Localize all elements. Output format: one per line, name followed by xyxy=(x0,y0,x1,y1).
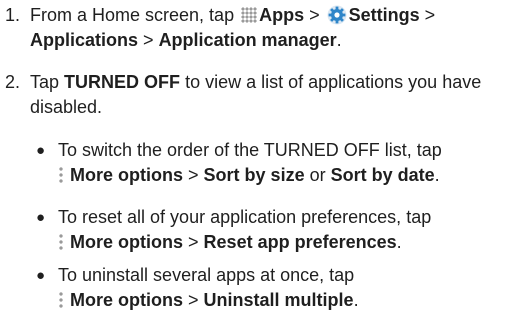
period: . xyxy=(353,290,359,310)
more-options-icon xyxy=(58,166,64,184)
period: . xyxy=(434,165,440,185)
apps-grid-icon xyxy=(241,7,258,23)
turned-off-label: TURNED OFF xyxy=(64,72,181,92)
more-options-label: More options xyxy=(70,232,183,252)
step-1-intro: From a Home screen, tap xyxy=(30,5,235,25)
bullet-sort: ● To switch the order of the TURNED OFF … xyxy=(36,138,506,188)
bullet-text: To uninstall several apps at once, tap M… xyxy=(58,263,506,313)
period: . xyxy=(396,232,402,252)
period: . xyxy=(336,30,342,50)
sort-by-date-label: Sort by date xyxy=(330,165,435,185)
step-2: 2. Tap TURNED OFF to view a list of appl… xyxy=(5,70,505,120)
bullet-dot: ● xyxy=(36,209,46,226)
separator: > xyxy=(188,290,199,310)
step-number: 1. xyxy=(5,5,21,25)
separator: > xyxy=(424,5,436,25)
separator: > xyxy=(188,232,199,252)
more-options-icon xyxy=(58,233,64,251)
settings-gear-icon xyxy=(327,5,347,25)
step-number: 2. xyxy=(5,72,21,92)
more-options-icon xyxy=(58,291,64,309)
apps-label: Apps xyxy=(259,5,305,25)
bullet-reset: ● To reset all of your application prefe… xyxy=(36,205,506,255)
applications-label: Applications xyxy=(30,30,139,50)
or-text: or xyxy=(309,165,326,185)
bullet-intro: To uninstall several apps at once, tap xyxy=(58,265,355,285)
step-2-intro: Tap xyxy=(30,72,60,92)
step-1: 1. From a Home screen, tap Apps > Settin… xyxy=(5,3,505,53)
instructions-page: 1. From a Home screen, tap Apps > Settin… xyxy=(0,0,509,312)
settings-label: Settings xyxy=(348,5,420,25)
bullet-text: To reset all of your application prefere… xyxy=(58,205,506,255)
more-options-label: More options xyxy=(70,290,183,310)
step-text: From a Home screen, tap Apps > Settings xyxy=(30,3,505,53)
bullet-intro: To reset all of your application prefere… xyxy=(58,207,432,227)
uninstall-multiple-label: Uninstall multiple xyxy=(203,290,354,310)
application-manager-label: Application manager xyxy=(158,30,337,50)
reset-app-preferences-label: Reset app preferences xyxy=(203,232,397,252)
bullet-dot: ● xyxy=(36,267,46,284)
bullet-dot: ● xyxy=(36,142,46,159)
separator: > xyxy=(143,30,154,50)
sort-by-size-label: Sort by size xyxy=(203,165,305,185)
more-options-label: More options xyxy=(70,165,183,185)
separator: > xyxy=(309,5,320,25)
step-text: Tap TURNED OFF to view a list of applica… xyxy=(30,70,505,120)
bullet-intro: To switch the order of the TURNED OFF li… xyxy=(58,140,442,160)
bullet-text: To switch the order of the TURNED OFF li… xyxy=(58,138,506,188)
separator: > xyxy=(188,165,199,185)
bullet-uninstall: ● To uninstall several apps at once, tap… xyxy=(36,263,506,313)
